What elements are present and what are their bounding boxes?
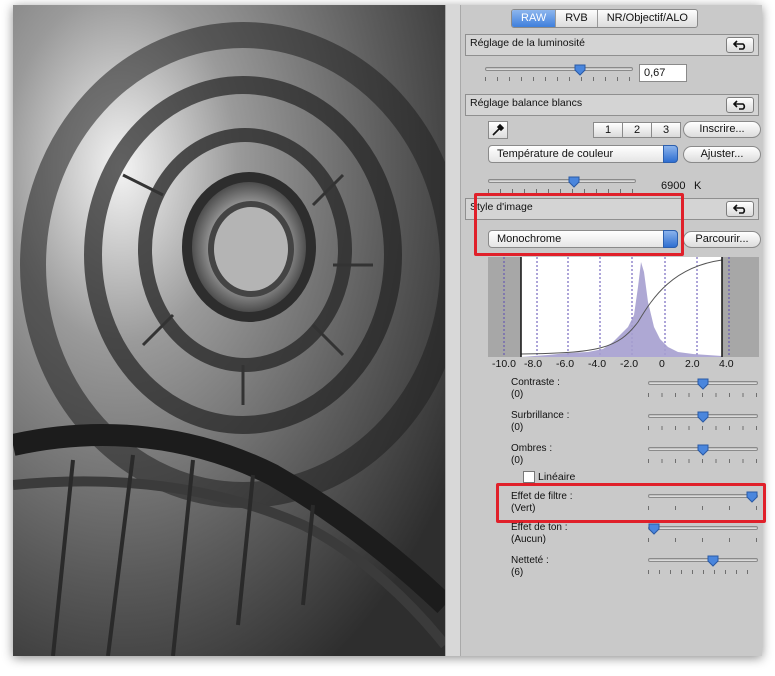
adjust-button[interactable]: Ajuster... (683, 146, 761, 163)
chevron-updown-icon (663, 145, 678, 163)
eyedropper-icon (492, 123, 505, 136)
contrast-slider-thumb[interactable] (697, 378, 709, 390)
tab-raw[interactable]: RAW (512, 10, 557, 27)
axis-label: -6.0 (556, 358, 575, 370)
image-preview[interactable] (13, 5, 445, 656)
undo-arrow-icon (733, 100, 746, 110)
picture-style-highlight (474, 193, 684, 256)
tab-nr-objectif-alo[interactable]: NR/Objectif/ALO (598, 10, 697, 27)
shadows-label: Ombres : (0) (511, 443, 553, 466)
axis-label: -10.0 (492, 358, 516, 370)
brightness-slider-thumb[interactable] (574, 64, 586, 76)
filter-effect-highlight (496, 483, 766, 523)
preset-2-button[interactable]: 2 (623, 123, 652, 137)
axis-label: 2.0 (685, 358, 700, 370)
histogram-graph (503, 257, 730, 357)
linear-checkbox[interactable] (523, 471, 535, 483)
register-button[interactable]: Inscrire... (683, 121, 761, 138)
white-balance-section-header: Réglage balance blancs (465, 94, 759, 116)
white-balance-title: Réglage balance blancs (470, 97, 583, 109)
spiral-staircase-photo (13, 5, 445, 656)
preset-3-button[interactable]: 3 (652, 123, 680, 137)
histogram-axis: -10.0 -8.0 -6.0 -4.0 -2.0 0 2.0 4.0 (488, 358, 759, 372)
tone-curve-histogram[interactable] (488, 257, 759, 357)
brightness-value-field[interactable]: 0,67 (639, 64, 687, 82)
linear-label: Linéaire (538, 471, 576, 483)
temperature-unit: K (694, 180, 702, 192)
toning-effect-slider[interactable] (648, 526, 758, 530)
picture-style-reset-button[interactable] (726, 201, 754, 217)
temperature-slider[interactable] (488, 179, 636, 183)
toning-effect-ticks (648, 538, 758, 542)
split-divider[interactable] (445, 5, 461, 656)
sharpness-label: Netteté : (6) (511, 555, 549, 578)
raw-editor-window: RAW RVB NR/Objectif/ALO Réglage de la lu… (13, 5, 766, 656)
axis-label: 0 (659, 358, 665, 370)
white-balance-mode-value: Température de couleur (497, 148, 614, 160)
contrast-label: Contraste : (0) (511, 377, 560, 400)
sharpness-ticks (648, 570, 758, 574)
highlight-slider-thumb[interactable] (697, 411, 709, 423)
temperature-slider-thumb[interactable] (568, 176, 580, 188)
browse-button[interactable]: Parcourir... (683, 231, 761, 248)
brightness-ticks (485, 77, 633, 81)
highlight-label: Surbrillance : (0) (511, 410, 570, 433)
tool-palette: RAW RVB NR/Objectif/ALO Réglage de la lu… (461, 5, 766, 656)
axis-label: 4.0 (719, 358, 734, 370)
brightness-title: Réglage de la luminosité (470, 37, 585, 49)
sharpness-slider-thumb[interactable] (707, 555, 719, 567)
toning-effect-slider-thumb[interactable] (648, 523, 660, 535)
sharpness-slider[interactable] (648, 558, 758, 562)
shadows-slider-thumb[interactable] (697, 444, 709, 456)
axis-label: -8.0 (524, 358, 543, 370)
preset-1-button[interactable]: 1 (594, 123, 623, 137)
brightness-section-header: Réglage de la luminosité (465, 34, 759, 56)
brightness-reset-button[interactable] (726, 37, 754, 53)
toning-effect-label: Effet de ton : (Aucun) (511, 522, 568, 545)
highlight-ticks (648, 426, 758, 430)
shadows-ticks (648, 459, 758, 463)
tab-bar: RAW RVB NR/Objectif/ALO (511, 9, 698, 28)
contrast-ticks (648, 393, 758, 397)
axis-label: -4.0 (588, 358, 607, 370)
undo-arrow-icon (733, 40, 746, 50)
tab-rvb[interactable]: RVB (556, 10, 598, 27)
temperature-value: 6900 (661, 180, 686, 192)
white-balance-presets: 1 2 3 (593, 122, 681, 138)
white-balance-reset-button[interactable] (726, 97, 754, 113)
axis-label: -2.0 (620, 358, 639, 370)
undo-arrow-icon (733, 204, 746, 214)
white-balance-mode-select[interactable]: Température de couleur (488, 145, 678, 163)
eyedropper-button[interactable] (488, 121, 508, 139)
brightness-slider[interactable] (485, 67, 633, 71)
